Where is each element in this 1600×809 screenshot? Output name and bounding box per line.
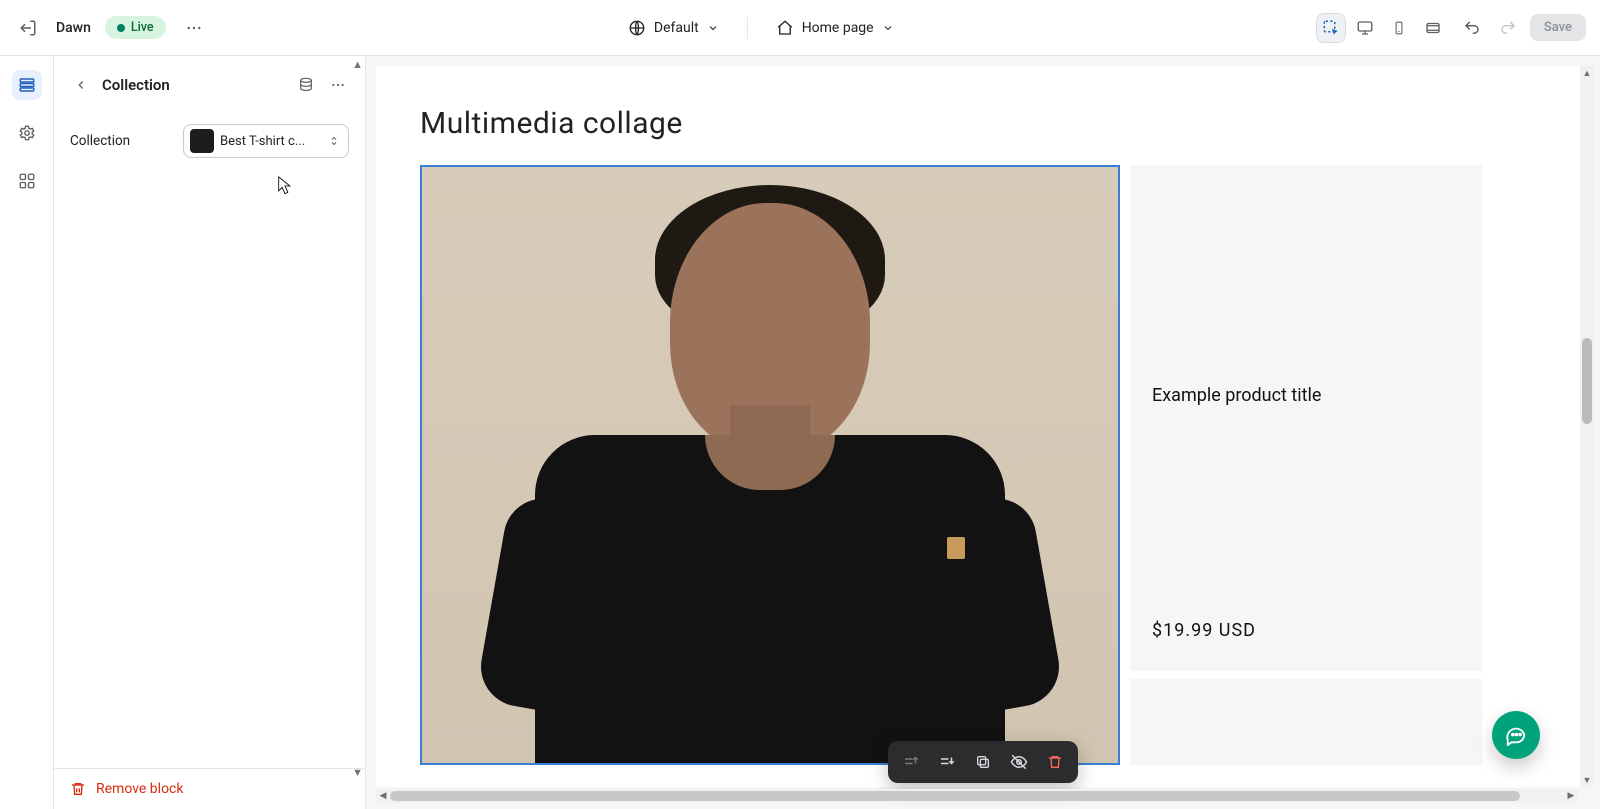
dots-icon [330, 77, 346, 93]
page-selector[interactable]: Home page [776, 19, 894, 37]
fullscreen-icon [1424, 19, 1442, 37]
collection-block-selected[interactable] [420, 165, 1120, 765]
delete-button[interactable] [1040, 747, 1070, 777]
live-dot-icon [117, 24, 125, 32]
exit-button[interactable] [14, 14, 42, 42]
chat-button[interactable] [1492, 711, 1540, 759]
scroll-right-arrow[interactable]: ▶ [1564, 789, 1578, 803]
sections-tab[interactable] [12, 70, 42, 100]
back-button[interactable] [70, 74, 92, 96]
undo-button[interactable] [1458, 14, 1486, 42]
viewport-group [1314, 11, 1450, 45]
collage: Example product title $19.99 USD [420, 165, 1546, 765]
scroll-left-arrow[interactable]: ◀ [376, 789, 390, 803]
remove-block-label: Remove block [96, 781, 183, 797]
hide-button[interactable] [1004, 747, 1034, 777]
theme-actions-button[interactable] [180, 14, 208, 42]
move-up-icon [902, 753, 920, 771]
panel-actions-button[interactable] [327, 74, 349, 96]
page-label: Home page [802, 20, 874, 36]
product-card[interactable]: Example product title $19.99 USD [1130, 165, 1482, 671]
left-rail [0, 56, 54, 809]
scroll-up-arrow[interactable]: ▲ [1580, 66, 1594, 80]
save-button[interactable]: Save [1530, 14, 1586, 41]
gear-icon [18, 124, 36, 142]
inspector-toggle[interactable] [1316, 13, 1346, 43]
panel-scroll-down[interactable]: ▼ [352, 766, 363, 779]
database-icon [298, 77, 314, 93]
move-up-button [896, 747, 926, 777]
desktop-icon [1356, 19, 1374, 37]
desktop-view-button[interactable] [1350, 13, 1380, 43]
chevron-down-icon [882, 22, 894, 34]
collection-select[interactable]: Best T-shirt c... [183, 124, 349, 158]
collection-field-label: Collection [70, 133, 130, 149]
duplicate-button[interactable] [968, 747, 998, 777]
redo-button[interactable] [1494, 14, 1522, 42]
apps-icon [18, 172, 36, 190]
settings-panel: ▲ Collection Collection [54, 56, 366, 809]
preview-horizontal-scrollbar[interactable]: ◀ ▶ [376, 789, 1578, 803]
topbar: Dawn Live Default Home page [0, 0, 1600, 56]
collection-select-value: Best T-shirt c... [220, 134, 322, 149]
exit-icon [19, 19, 37, 37]
move-down-icon [938, 753, 956, 771]
fullscreen-view-button[interactable] [1418, 13, 1448, 43]
chevron-left-icon [74, 78, 88, 92]
collection-thumb [190, 129, 214, 153]
context-selector[interactable]: Default [628, 19, 719, 37]
preview-area: Multimedia collage [366, 56, 1600, 809]
dynamic-source-button[interactable] [295, 74, 317, 96]
undo-icon [1463, 19, 1481, 37]
scroll-thumb[interactable] [1582, 338, 1592, 424]
chat-icon [1505, 724, 1527, 746]
product-price: $19.99 USD [1152, 620, 1460, 641]
globe-icon [628, 19, 646, 37]
select-caret-icon [328, 133, 340, 149]
product-title: Example product title [1152, 385, 1460, 406]
panel-scroll-up[interactable]: ▲ [352, 58, 363, 71]
app-embeds-tab[interactable] [12, 166, 42, 196]
redo-icon [1499, 19, 1517, 37]
theme-settings-tab[interactable] [12, 118, 42, 148]
scroll-thumb[interactable] [390, 791, 1520, 801]
context-label: Default [654, 20, 699, 36]
home-icon [776, 19, 794, 37]
remove-block-button[interactable]: Remove block [54, 768, 365, 809]
panel-title: Collection [102, 76, 170, 94]
trash-icon [70, 781, 86, 797]
divider [747, 17, 748, 39]
eye-off-icon [1010, 753, 1028, 771]
live-badge: Live [105, 16, 166, 39]
inspector-icon [1322, 19, 1340, 37]
mobile-icon [1392, 19, 1406, 37]
trash-icon [1047, 754, 1063, 770]
preview-vertical-scrollbar[interactable]: ▲ ▼ [1580, 66, 1594, 787]
theme-name: Dawn [56, 20, 91, 36]
section-title: Multimedia collage [420, 106, 1546, 141]
dots-icon [185, 19, 203, 37]
chevron-down-icon [707, 22, 719, 34]
live-badge-text: Live [131, 20, 154, 35]
preview-canvas[interactable]: Multimedia collage [376, 66, 1590, 787]
duplicate-icon [975, 754, 991, 770]
placeholder-card[interactable] [1130, 679, 1482, 765]
move-down-button[interactable] [932, 747, 962, 777]
sections-icon [18, 76, 36, 94]
shirt-logo-icon [947, 537, 965, 559]
mobile-view-button[interactable] [1384, 13, 1414, 43]
block-toolbar [888, 741, 1078, 783]
scroll-down-arrow[interactable]: ▼ [1580, 773, 1594, 787]
